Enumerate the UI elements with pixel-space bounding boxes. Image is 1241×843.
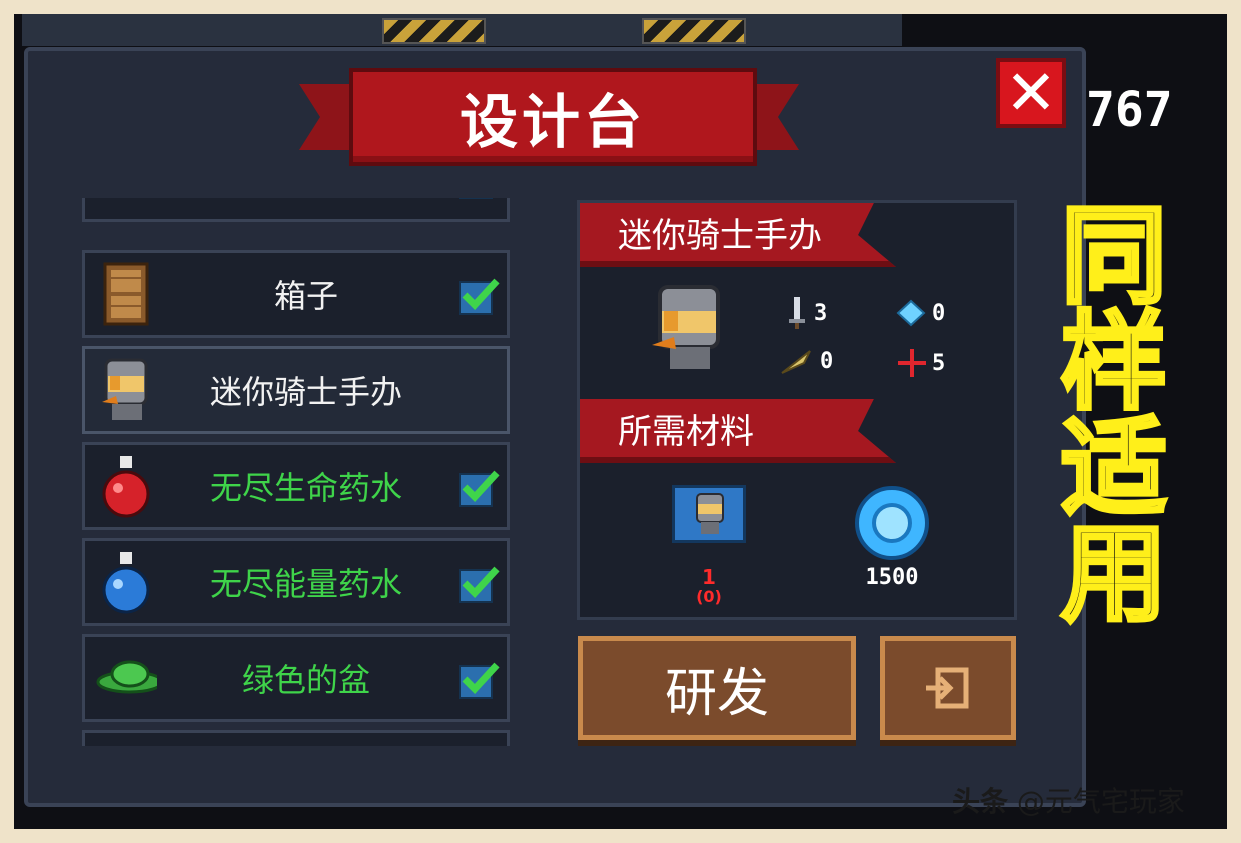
close-icon: ✕	[1005, 56, 1057, 129]
hazard-stripe	[382, 18, 486, 44]
list-item[interactable]: 无尽生命药水	[82, 442, 510, 530]
gem-icon	[854, 485, 930, 565]
list-item-label: 无尽能量药水	[209, 565, 402, 603]
watermark: 头条 @元气宅玩家	[952, 785, 1185, 818]
cabinet-icon	[95, 262, 157, 326]
item-name-tag: 迷你骑士手办	[580, 203, 896, 267]
attack-stat: 3	[786, 295, 827, 331]
material-owned: (0)	[696, 587, 722, 606]
precision-stat: 5	[898, 349, 945, 377]
diamond-icon	[896, 299, 926, 327]
feather-icon	[781, 350, 811, 374]
title-banner: 设计台	[299, 54, 799, 179]
list-item-label: 绿色的盆	[241, 661, 370, 699]
background-strip	[22, 14, 902, 46]
list-item-label: 无尽生命药水	[209, 469, 402, 507]
crosshair-icon	[898, 349, 926, 377]
material-count: 1	[702, 565, 716, 589]
hazard-stripe	[642, 18, 746, 44]
knight-blueprint-icon	[672, 485, 746, 543]
list-item[interactable]: 无尽能量药水	[82, 538, 510, 626]
green-pot-icon	[95, 647, 157, 709]
list-item[interactable]: 绿色的盆	[82, 634, 510, 722]
list-item[interactable]: 家族相机	[82, 198, 510, 222]
materials-tag: 所需材料	[580, 399, 896, 463]
list-item-selected[interactable]: 迷你骑士手办	[82, 346, 510, 434]
camera-icon	[95, 198, 157, 209]
speed-stat: 0	[780, 347, 833, 375]
list-item[interactable]	[82, 730, 510, 746]
exit-icon	[926, 667, 969, 709]
page-title: 设计台	[459, 88, 646, 156]
game-screen: 设计台 ✕ 767 家族相机 箱子 迷你骑士手办	[14, 14, 1227, 829]
exit-button[interactable]	[880, 636, 1016, 740]
checkmark-icon	[459, 470, 500, 507]
checkmark-icon	[459, 662, 500, 699]
research-button[interactable]: 研发	[578, 636, 856, 740]
gem-cost: 1500	[865, 565, 919, 590]
blue-potion-icon	[95, 551, 157, 614]
sword-icon	[789, 297, 805, 329]
checkmark-icon	[459, 278, 500, 315]
close-button[interactable]: ✕	[996, 58, 1066, 128]
crit-stat: 0	[896, 299, 945, 327]
gem-count: 767	[1086, 82, 1173, 138]
side-caption: 同 样 适 用	[1059, 195, 1169, 636]
checkmark-icon	[459, 198, 493, 199]
red-potion-icon	[95, 455, 157, 518]
detail-pane: 迷你骑士手办 3 0 0 5 所需材料 1 (0) 1500	[577, 200, 1017, 620]
knight-figure-icon	[95, 358, 157, 421]
list-item-label: 迷你骑士手办	[209, 373, 402, 411]
checkmark-icon	[459, 566, 500, 603]
list-item-label: 家族相机	[165, 198, 447, 219]
list-item[interactable]: 箱子	[82, 250, 510, 338]
list-item-label: 箱子	[273, 277, 338, 315]
blueprint-list[interactable]: 家族相机 箱子 迷你骑士手办 无尽生命药水	[80, 198, 514, 746]
knight-figure-large-icon	[650, 285, 728, 377]
